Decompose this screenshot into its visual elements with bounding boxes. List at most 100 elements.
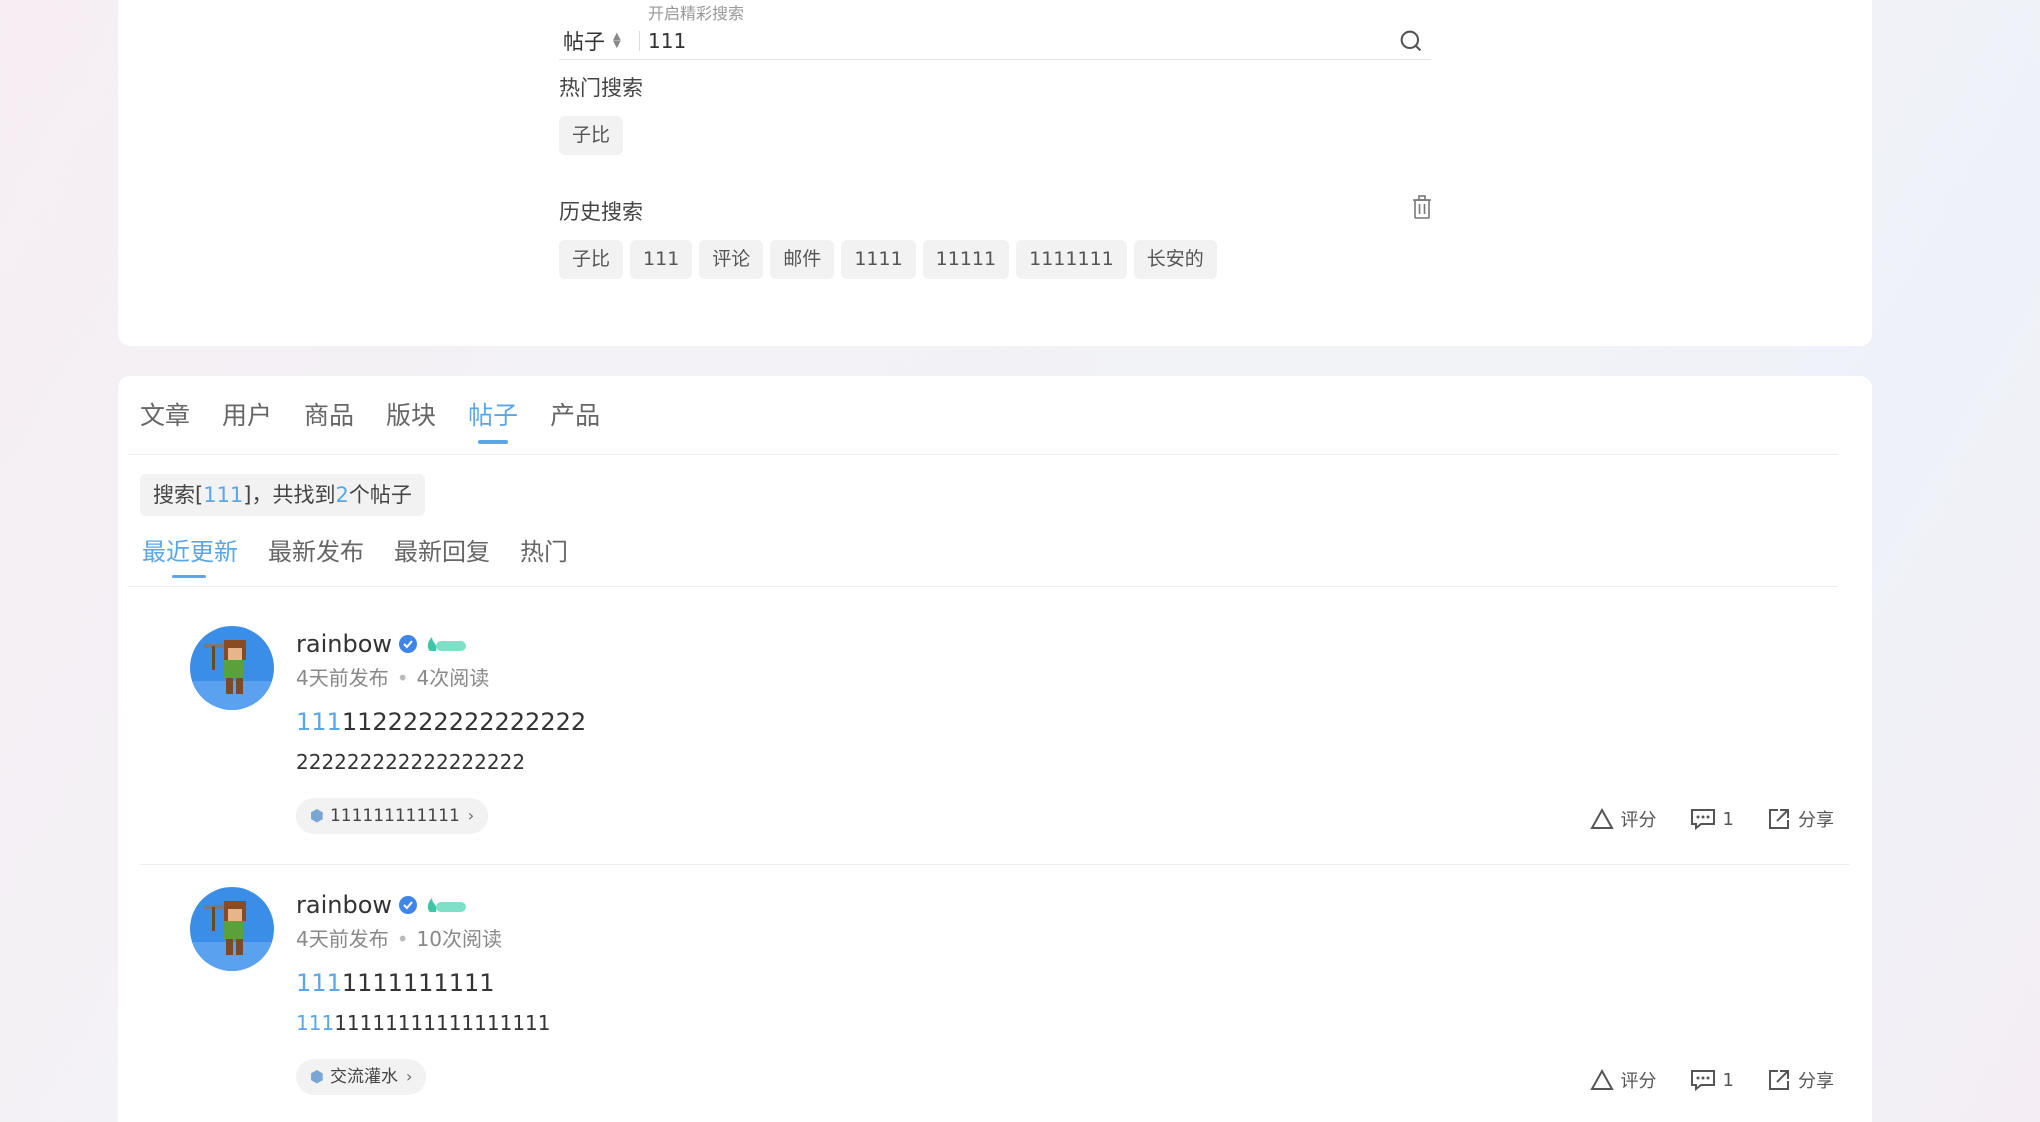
tab-goods[interactable]: 商品 <box>304 396 354 444</box>
history-chip[interactable]: 1111111 <box>1016 240 1127 279</box>
sort-tab-latest-reply[interactable]: 最新回复 <box>394 532 490 578</box>
search-hint: 开启精彩搜索 <box>648 4 745 23</box>
rate-button[interactable]: 评分 <box>1589 1067 1657 1093</box>
rate-label: 评分 <box>1620 1071 1657 1092</box>
tab-users[interactable]: 用户 <box>222 396 272 444</box>
share-label: 分享 <box>1798 1071 1834 1092</box>
vip-badge-icon <box>427 637 466 651</box>
hot-search-list: 子比 <box>559 116 630 155</box>
author-name[interactable]: rainbow <box>296 630 468 658</box>
sort-arrows-icon: ▲ ▼ <box>613 30 621 50</box>
publish-time: 4天前发布 <box>296 927 389 951</box>
summary-prefix: 搜索[ <box>153 483 204 507</box>
tab-articles[interactable]: 文章 <box>140 396 190 444</box>
trash-icon[interactable] <box>1410 194 1434 220</box>
history-search-list: 子比 111 评论 邮件 1111 11111 1111111 长安的 <box>559 240 1224 279</box>
results-panel: 文章 用户 商品 版块 帖子 产品 搜索[111]，共找到2个帖子 最近更新 最… <box>118 376 1872 1122</box>
rate-button[interactable]: 评分 <box>1589 806 1657 832</box>
author-label: rainbow <box>296 891 392 919</box>
chevron-right-icon: › <box>467 806 475 825</box>
search-icon[interactable] <box>1397 27 1425 55</box>
excerpt-highlight: 111 <box>296 1011 335 1035</box>
share-button[interactable]: 分享 <box>1766 1067 1834 1093</box>
history-chip[interactable]: 长安的 <box>1133 240 1217 279</box>
share-icon <box>1769 1070 1789 1090</box>
share-label: 分享 <box>1798 810 1834 831</box>
post-item[interactable]: rainbow 4天前发布 • 4次阅读 1111122222222222222 2… <box>140 626 1850 886</box>
share-icon <box>1769 809 1789 829</box>
cube-icon: ⬢ <box>310 806 324 825</box>
sort-tabs: 最近更新 最新发布 最新回复 热门 <box>142 532 598 578</box>
share-button[interactable]: 分享 <box>1766 806 1834 832</box>
author-label: rainbow <box>296 630 392 658</box>
summary-suffix: 个帖子 <box>348 483 412 507</box>
search-type-select[interactable]: 帖子 ▲ ▼ <box>559 26 639 56</box>
title-highlight: 111 <box>296 708 342 736</box>
search-type-label: 帖子 <box>563 29 605 54</box>
comment-button[interactable]: 1 <box>1689 807 1734 831</box>
title-highlight: 111 <box>296 969 342 997</box>
author-name[interactable]: rainbow <box>296 891 468 919</box>
publish-time: 4天前发布 <box>296 666 389 690</box>
history-chip[interactable]: 评论 <box>699 240 764 279</box>
title-text: 1111111111 <box>341 969 495 997</box>
sort-divider <box>128 586 1838 587</box>
search-divider <box>639 30 640 51</box>
tab-posts[interactable]: 帖子 <box>468 396 518 444</box>
sort-tab-newest[interactable]: 最新发布 <box>268 532 364 578</box>
search-input[interactable]: 111 <box>648 29 1397 53</box>
history-chip[interactable]: 111 <box>630 240 693 279</box>
post-title[interactable]: 1111111111111 <box>296 969 495 997</box>
rate-label: 评分 <box>1620 810 1657 831</box>
result-type-tabs: 文章 用户 商品 版块 帖子 产品 <box>140 396 632 444</box>
triangle-icon <box>1589 807 1614 829</box>
post-meta: 4天前发布 • 10次阅读 <box>296 923 502 952</box>
tab-products[interactable]: 产品 <box>550 396 600 444</box>
avatar-image <box>190 887 274 971</box>
view-count: 10次阅读 <box>416 927 502 951</box>
hot-search-chip[interactable]: 子比 <box>559 116 624 155</box>
post-actions: 评分 1 分享 <box>1557 806 1834 832</box>
history-search-title: 历史搜索 <box>559 200 643 224</box>
post-meta: 4天前发布 • 4次阅读 <box>296 662 489 691</box>
vip-badge-icon <box>427 898 466 912</box>
post-actions: 评分 1 分享 <box>1557 1067 1834 1093</box>
history-chip[interactable]: 子比 <box>559 240 624 279</box>
history-chip[interactable]: 邮件 <box>770 240 835 279</box>
verified-badge-icon <box>399 635 417 653</box>
search-bar: 帖子 ▲ ▼ 111 <box>559 22 1431 60</box>
post-divider <box>140 864 1850 865</box>
meta-separator: • <box>396 666 409 690</box>
forum-label: 111111111111 <box>329 806 460 826</box>
avatar-image <box>190 626 274 710</box>
verified-badge-icon <box>399 896 417 914</box>
forum-tag[interactable]: ⬢ 交流灌水 › <box>296 1059 427 1095</box>
post-excerpt: 11111111111111111111 <box>296 1011 551 1035</box>
view-count: 4次阅读 <box>416 666 490 690</box>
post-title[interactable]: 1111122222222222222 <box>296 708 586 736</box>
comment-icon <box>1690 809 1715 831</box>
history-chip[interactable]: 1111 <box>841 240 916 279</box>
sort-tab-recent-update[interactable]: 最近更新 <box>142 532 238 578</box>
excerpt-text: 11111111111111111 <box>334 1011 551 1035</box>
meta-separator: • <box>396 927 409 951</box>
summary-query: 111 <box>203 483 244 507</box>
history-chip[interactable]: 11111 <box>922 240 1010 279</box>
forum-tag[interactable]: ⬢ 111111111111 › <box>296 798 489 834</box>
post-excerpt: 222222222222222222 <box>296 750 525 774</box>
chevron-right-icon: › <box>405 1067 413 1086</box>
triangle-icon <box>1589 1068 1614 1090</box>
sort-tab-hot[interactable]: 热门 <box>520 532 568 578</box>
cube-icon: ⬢ <box>310 1067 324 1086</box>
search-summary: 搜索[111]，共找到2个帖子 <box>140 474 425 516</box>
comment-icon <box>1690 1070 1715 1092</box>
forum-label: 交流灌水 <box>329 1067 398 1087</box>
comment-button[interactable]: 1 <box>1689 1068 1734 1092</box>
avatar[interactable] <box>190 626 274 710</box>
post-item[interactable]: rainbow 4天前发布 • 10次阅读 1111111111111 111111… <box>140 887 1850 1122</box>
comment-count: 1 <box>1722 808 1734 830</box>
tab-forums[interactable]: 版块 <box>386 396 436 444</box>
avatar[interactable] <box>190 887 274 971</box>
title-text: 1122222222222222 <box>341 708 587 736</box>
summary-middle: ]，共找到 <box>243 483 336 507</box>
